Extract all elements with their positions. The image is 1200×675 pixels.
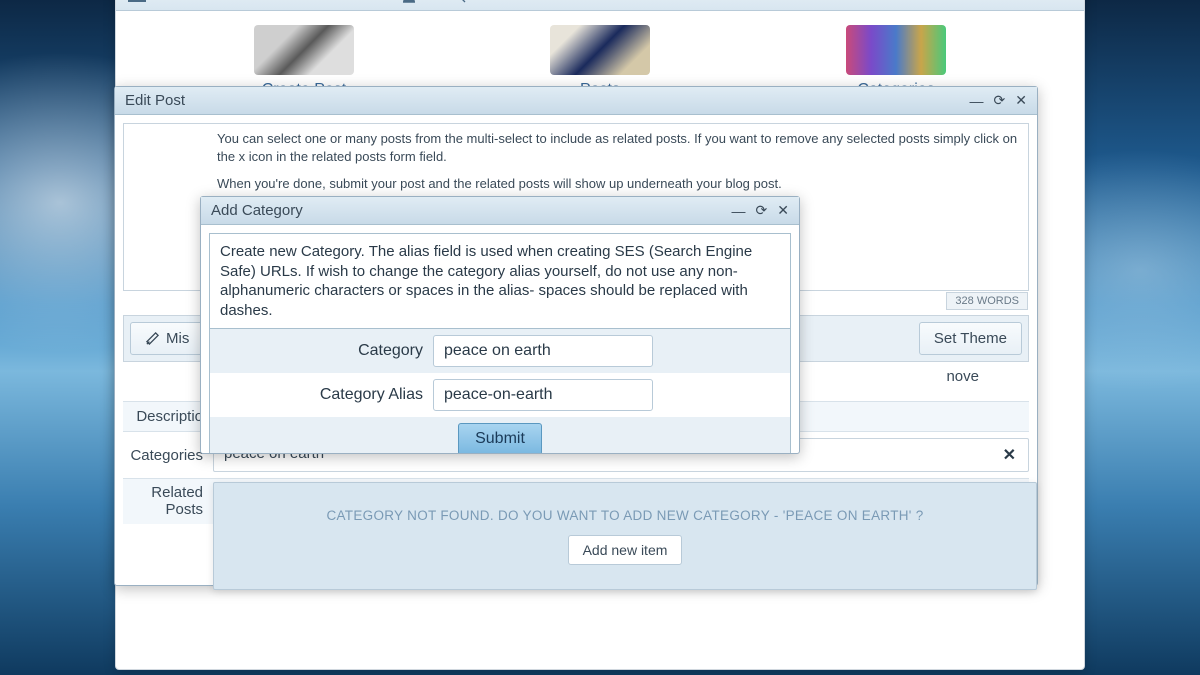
create-post-thumb <box>254 25 354 75</box>
add-category-title: Add Category <box>211 202 303 219</box>
pencil-icon <box>145 331 160 346</box>
alias-input[interactable] <box>433 379 653 411</box>
category-input[interactable] <box>433 335 653 367</box>
category-not-found-panel: CATEGORY NOT FOUND. DO YOU WANT TO ADD N… <box>213 482 1037 590</box>
add-category-titlebar[interactable]: Add Category — ⟳ ✕ <box>201 197 799 225</box>
hamburger-icon[interactable] <box>128 0 146 2</box>
user-icon <box>400 0 418 5</box>
word-count-badge: 328 WORDS <box>946 292 1028 310</box>
categories-thumb <box>846 25 946 75</box>
related-posts-label: Related Posts <box>123 485 213 518</box>
nav-about[interactable]: About <box>241 0 289 4</box>
category-input-label: Category <box>218 342 433 360</box>
close-icon[interactable]: ✕ <box>1015 92 1027 109</box>
minimize-icon[interactable]: — <box>732 203 746 219</box>
search-icon <box>451 0 467 4</box>
add-category-window: Add Category — ⟳ ✕ Create new Category. … <box>200 196 800 454</box>
edit-post-title: Edit Post <box>125 92 185 109</box>
set-theme-button[interactable]: Set Theme <box>919 322 1022 355</box>
nav-user[interactable] <box>400 0 427 5</box>
remove-tag-icon[interactable]: ✕ <box>1003 445 1016 465</box>
edit-post-titlebar[interactable]: Edit Post — ⟳ ✕ <box>115 87 1037 115</box>
add-category-body: Create new Category. The alias field is … <box>201 225 799 453</box>
submit-button[interactable]: Submit <box>458 423 542 453</box>
add-new-item-button[interactable]: Add new item <box>568 535 683 565</box>
not-found-message: CATEGORY NOT FOUND. DO YOU WANT TO ADD N… <box>326 508 923 523</box>
refresh-icon[interactable]: ⟳ <box>756 202 768 219</box>
refresh-icon[interactable]: ⟳ <box>994 92 1006 109</box>
misc-button[interactable]: Mis <box>130 322 204 355</box>
posts-thumb <box>550 25 650 75</box>
nav-themes[interactable]: Themes <box>313 0 376 4</box>
add-category-form: Category Category Alias Submit <box>209 329 791 453</box>
topbar: Menu About Themes <box>116 0 1084 11</box>
minimize-icon[interactable]: — <box>970 93 984 109</box>
nav-menu[interactable]: Menu <box>170 0 217 4</box>
add-category-help: Create new Category. The alias field is … <box>209 233 791 329</box>
alias-input-label: Category Alias <box>218 386 433 404</box>
nav-search[interactable] <box>451 0 467 4</box>
close-icon[interactable]: ✕ <box>777 202 789 219</box>
